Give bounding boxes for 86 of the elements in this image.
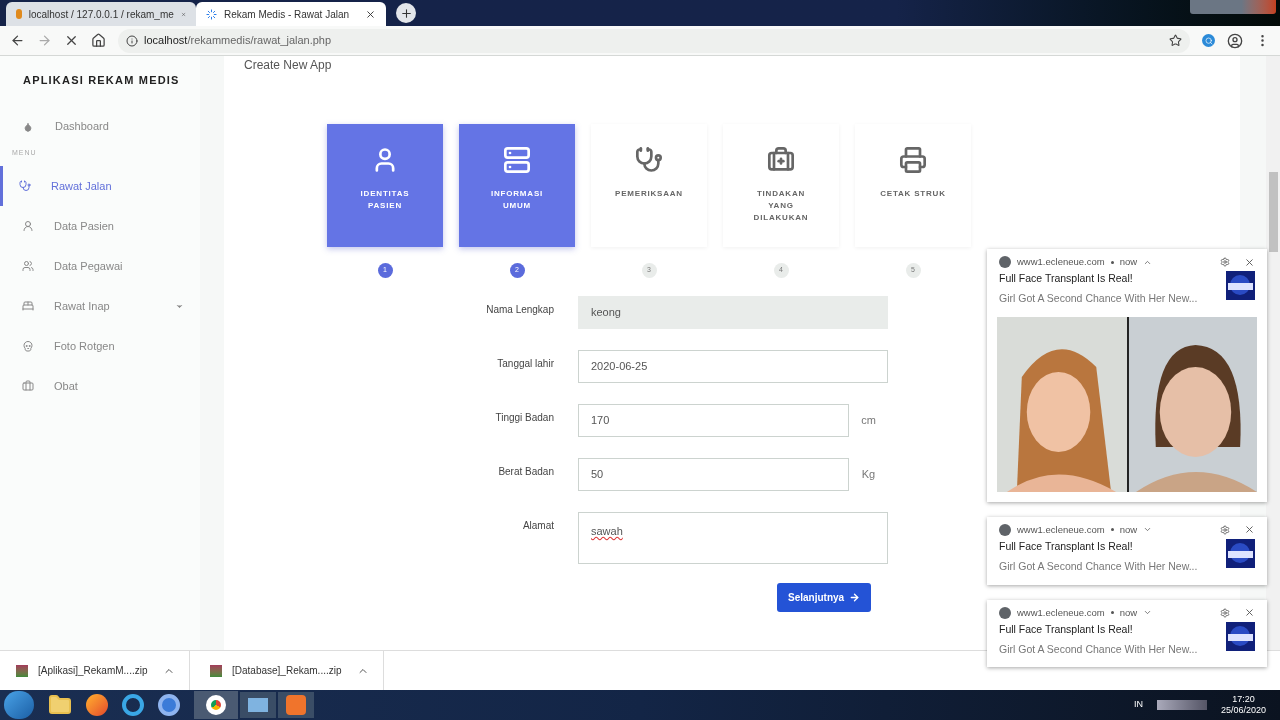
notification-time: now bbox=[1119, 522, 1138, 537]
notification-title: Full Face Transplant Is Real! bbox=[999, 539, 1134, 554]
close-icon[interactable] bbox=[1244, 607, 1255, 619]
input-field[interactable]: 2020-06-25 bbox=[578, 350, 888, 383]
tab-title: localhost / 127.0.0.1 / rekam_me bbox=[28, 7, 174, 22]
close-icon[interactable] bbox=[1244, 256, 1255, 268]
stethoscope-icon bbox=[19, 180, 31, 192]
browser-icon bbox=[999, 523, 1011, 536]
tab-title: Rekam Medis - Rawat Jalan bbox=[224, 7, 351, 22]
notification-card[interactable]: www1.ecleneue.com now Full Face Transplant Is Real! Girl Got A Second Chance With Her New... bbox=[987, 249, 1267, 502]
notification-body: Girl Got A Second Chance With Her New... bbox=[999, 641, 1199, 657]
settings-icon[interactable] bbox=[1220, 524, 1230, 535]
notification-time: now bbox=[1119, 255, 1138, 269]
arrow-right-icon bbox=[849, 592, 861, 603]
language-indicator[interactable]: IN bbox=[1133, 698, 1143, 712]
medical-kit-icon bbox=[767, 146, 795, 174]
address-bar[interactable]: localhost/rekammedis/rawat_jalan.php bbox=[118, 28, 1190, 53]
search-extension-icon[interactable] bbox=[1202, 34, 1215, 47]
bed-icon bbox=[22, 300, 34, 312]
field-label: Berat Badan bbox=[497, 465, 554, 479]
nav-item[interactable]: Rawat Jalan bbox=[0, 166, 200, 206]
group-icon bbox=[22, 260, 34, 272]
field-label: Nama Lengkap bbox=[485, 303, 554, 317]
settings-icon[interactable] bbox=[1220, 607, 1230, 618]
folder-icon[interactable] bbox=[48, 693, 72, 717]
start-button[interactable] bbox=[4, 691, 34, 719]
nav-item[interactable]: Data Pegawai bbox=[0, 246, 200, 286]
skull-icon bbox=[22, 340, 34, 352]
clock[interactable]: 17:20 25/06/2020 bbox=[1220, 694, 1280, 716]
notification-card[interactable]: www1.ecleneue.com now Full Face Transplant Is Real! Girl Got A Second Chance With Her New... bbox=[987, 599, 1267, 668]
field-label: Tinggi Badan bbox=[494, 411, 554, 425]
notification-title: Full Face Transplant Is Real! bbox=[999, 621, 1134, 637]
browser-tab[interactable]: localhost / 127.0.0.1 / rekam_me bbox=[6, 2, 196, 26]
nav-item[interactable]: Foto Rotgen bbox=[0, 326, 200, 366]
close-icon[interactable] bbox=[1244, 524, 1255, 536]
server-icon bbox=[503, 146, 531, 174]
step-card[interactable]: IDENTITAS PASIEN bbox=[327, 124, 443, 247]
stethoscope-icon bbox=[635, 146, 663, 174]
nav-item[interactable]: Obat bbox=[0, 366, 200, 406]
settings-icon[interactable] bbox=[1220, 257, 1230, 268]
archive-icon bbox=[16, 664, 28, 677]
bookmark-icon[interactable] bbox=[1169, 34, 1182, 47]
back-icon[interactable] bbox=[10, 33, 25, 48]
info-icon[interactable] bbox=[126, 34, 138, 47]
unit-label: Kg bbox=[860, 467, 877, 483]
field-label: Alamat bbox=[521, 519, 554, 533]
notification-card[interactable]: www1.ecleneue.com now Full Face Transplant Is Real! Girl Got A Second Chance With Her New... bbox=[987, 516, 1267, 585]
nav-item[interactable]: Rawat Inap bbox=[0, 286, 200, 326]
notification-time: now bbox=[1119, 605, 1138, 620]
url-path: /rekammedis/rawat_jalan.php bbox=[187, 33, 332, 49]
address-textarea[interactable]: sawah bbox=[578, 512, 888, 564]
nav-item[interactable]: Dashboard bbox=[0, 106, 200, 147]
nav-item[interactable]: Data Pasien bbox=[0, 206, 200, 246]
briefcase-icon bbox=[22, 380, 34, 392]
notification-site: www1.ecleneue.com bbox=[1017, 605, 1105, 620]
step-card[interactable]: PEMERIKSAAN bbox=[591, 124, 707, 247]
new-tab-button[interactable] bbox=[396, 3, 416, 23]
droplet-icon bbox=[23, 121, 33, 132]
input-field[interactable]: 50 bbox=[578, 458, 849, 491]
scrollbar[interactable] bbox=[1266, 56, 1280, 650]
plus-icon bbox=[399, 6, 413, 20]
notification-site: www1.ecleneue.com bbox=[1017, 522, 1105, 537]
printer-icon bbox=[899, 146, 927, 174]
browser-icon bbox=[999, 606, 1011, 619]
browser-tab[interactable]: Rekam Medis - Rawat Jalan bbox=[196, 2, 386, 26]
url-host: localhost bbox=[144, 33, 188, 49]
field-label: Tanggal lahir bbox=[496, 357, 554, 371]
stop-icon[interactable] bbox=[64, 33, 79, 48]
close-icon[interactable] bbox=[365, 8, 376, 20]
person-icon bbox=[22, 220, 34, 232]
unit-label: cm bbox=[860, 413, 877, 429]
step-card[interactable]: CETAK STRUK bbox=[855, 124, 971, 247]
notification-title: Full Face Transplant Is Real! bbox=[999, 271, 1134, 287]
notification-site: www1.ecleneue.com bbox=[1017, 255, 1105, 269]
notification-body: Girl Got A Second Chance With Her New... bbox=[999, 291, 1199, 306]
next-button[interactable]: Selanjutnya bbox=[777, 583, 872, 612]
profile-icon[interactable] bbox=[1227, 32, 1243, 49]
home-icon[interactable] bbox=[91, 33, 106, 48]
input-field[interactable]: 170 bbox=[578, 404, 849, 437]
app-brand: APLIKASI REKAM MEDIS bbox=[22, 73, 181, 88]
archive-icon bbox=[210, 664, 222, 677]
browser-icon bbox=[999, 256, 1011, 269]
step-card[interactable]: INFORMASI UMUM bbox=[459, 124, 575, 247]
notification-body: Girl Got A Second Chance With Her New... bbox=[999, 558, 1199, 574]
step-card[interactable]: TINDAKAN YANG DILAKUKAN bbox=[723, 124, 839, 247]
page-title: Create New App bbox=[244, 57, 333, 74]
